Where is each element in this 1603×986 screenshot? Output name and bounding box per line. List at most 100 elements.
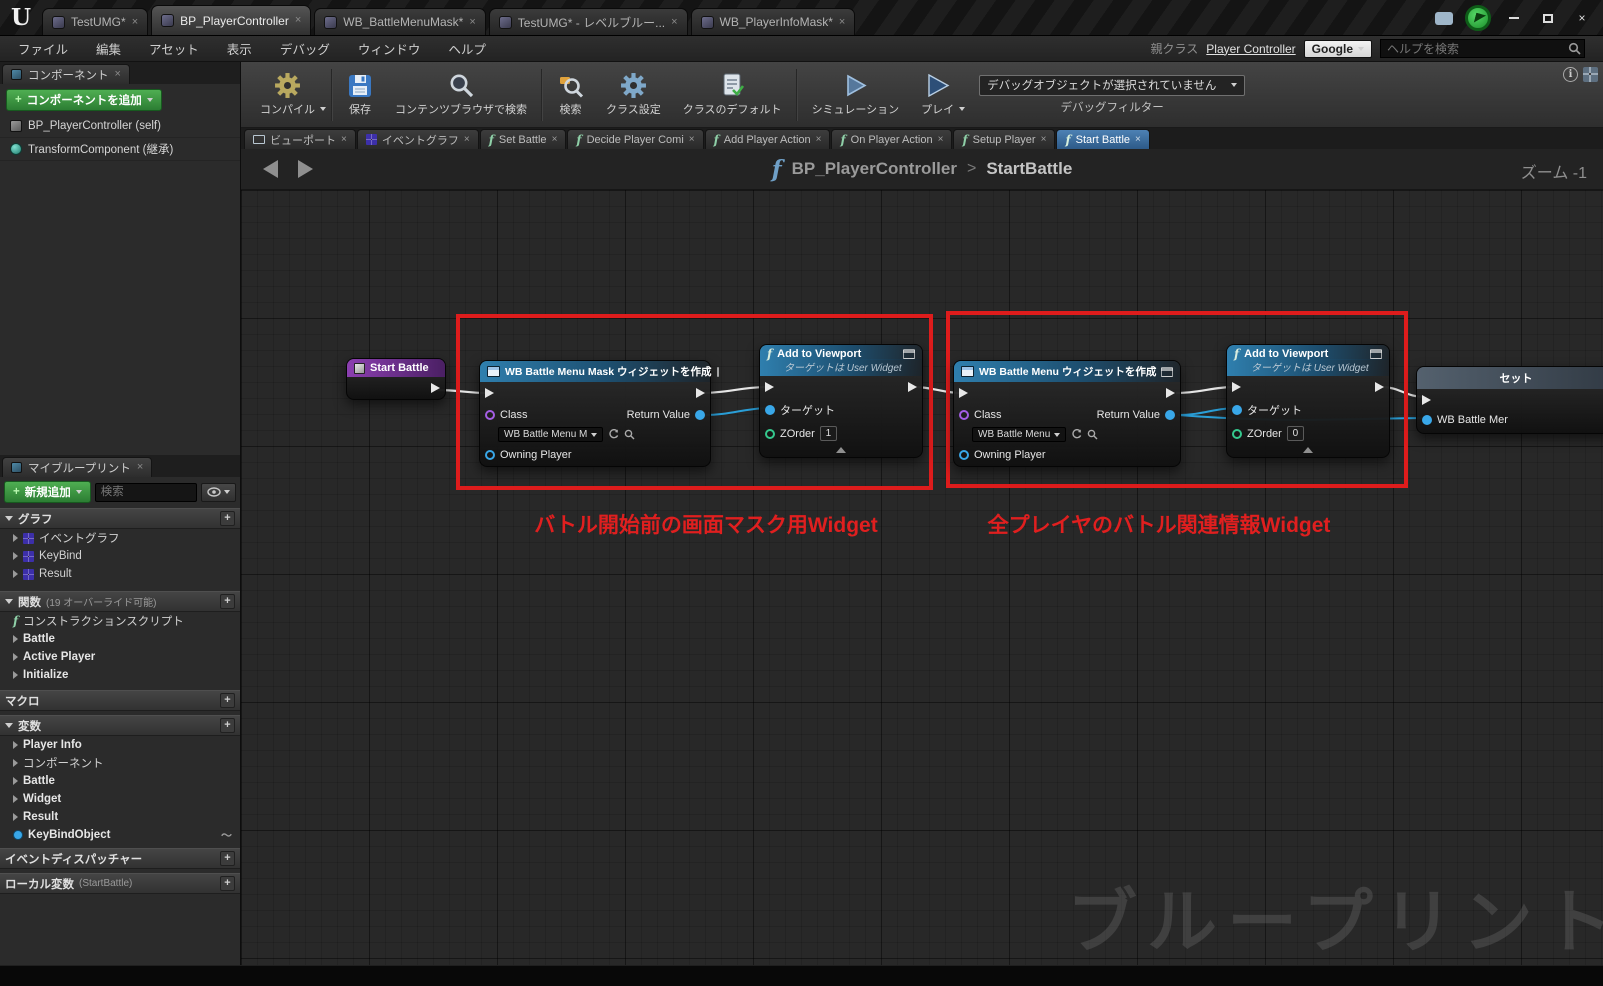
layout-grid-icon[interactable] xyxy=(1583,67,1598,82)
tab-set-battle[interactable]: f Set Battle × xyxy=(479,129,567,149)
node-add-to-viewport-1[interactable]: f Add to Viewport ターゲットは User Widget ターゲ… xyxy=(759,344,923,458)
graph-item-result[interactable]: Result xyxy=(0,565,240,583)
tab-on-player-action[interactable]: f On Player Action × xyxy=(831,129,953,149)
section-header-functions[interactable]: 関数 (19 オーバーライド可能) + xyxy=(0,591,240,612)
variable-item-keybindobject[interactable]: KeyBindObject 〜 xyxy=(0,826,240,844)
save-button[interactable]: 保存 xyxy=(336,65,384,125)
exec-in-pin[interactable] xyxy=(959,388,968,398)
breadcrumb-current[interactable]: StartBattle xyxy=(986,159,1072,179)
close-icon[interactable]: × xyxy=(552,134,558,145)
my-blueprint-search-input[interactable] xyxy=(94,482,197,502)
section-header-local-variables[interactable]: ローカル変数 (StartBattle) + xyxy=(0,873,240,894)
find-in-content-browser-button[interactable]: コンテンツブラウザで検索 xyxy=(384,65,538,125)
app-tab-wb-battlemenumask[interactable]: WB_BattleMenuMask* × xyxy=(314,8,486,35)
zorder-pin[interactable] xyxy=(1232,428,1242,439)
window-close-button[interactable]: × xyxy=(1571,10,1593,26)
node-set-variable[interactable]: セット WB Battle Mer xyxy=(1416,366,1603,434)
menu-edit[interactable]: 編集 xyxy=(96,39,121,58)
zorder-value-input[interactable]: 1 xyxy=(819,426,837,441)
expander-icon[interactable] xyxy=(13,671,18,679)
expander-icon[interactable] xyxy=(13,570,18,578)
info-icon[interactable]: i xyxy=(1563,67,1578,82)
variable-category-battle[interactable]: Battle xyxy=(0,772,240,790)
variable-category-components[interactable]: コンポーネント xyxy=(0,754,240,772)
close-icon[interactable]: × xyxy=(816,134,822,145)
variable-category-player-info[interactable]: Player Info xyxy=(0,736,240,754)
component-row-self[interactable]: BP_PlayerController (self) xyxy=(0,115,240,138)
close-icon[interactable]: × xyxy=(295,15,301,26)
target-pin[interactable] xyxy=(1232,405,1242,415)
tab-my-blueprint-panel[interactable]: マイブループリント × xyxy=(2,457,153,477)
close-icon[interactable]: × xyxy=(132,16,138,28)
class-settings-button[interactable]: クラス設定 xyxy=(595,65,672,125)
visibility-filter-button[interactable] xyxy=(201,482,236,502)
class-defaults-button[interactable]: クラスのデフォルト xyxy=(672,65,793,125)
node-start-battle[interactable]: Start Battle xyxy=(346,358,446,400)
compile-button[interactable]: コンパイル xyxy=(249,65,326,125)
search-button[interactable]: 検索 xyxy=(546,65,595,125)
app-tab-level-blueprint[interactable]: TestUMG* - レベルブルー... × xyxy=(488,8,688,35)
close-icon[interactable]: × xyxy=(671,16,677,28)
class-pin[interactable] xyxy=(959,410,969,420)
add-local-variable-button[interactable]: + xyxy=(220,876,235,891)
exec-out-pin[interactable] xyxy=(1166,388,1175,398)
close-icon[interactable]: × xyxy=(115,69,121,80)
expander-icon[interactable] xyxy=(13,795,18,803)
expander-icon[interactable] xyxy=(13,635,18,643)
tab-decide-player-command[interactable]: f Decide Player Comi × xyxy=(567,129,704,149)
target-pin[interactable] xyxy=(765,405,775,415)
app-tab-testumg[interactable]: TestUMG* × xyxy=(42,8,149,35)
menu-asset[interactable]: アセット xyxy=(149,39,199,58)
add-macro-button[interactable]: + xyxy=(220,693,235,708)
parent-class-link[interactable]: Player Controller xyxy=(1206,42,1295,56)
function-category-initialize[interactable]: Initialize xyxy=(0,666,240,684)
expander-icon[interactable] xyxy=(13,759,18,767)
exec-out-pin[interactable] xyxy=(696,388,705,398)
return-value-pin[interactable] xyxy=(695,410,705,420)
exec-in-pin[interactable] xyxy=(1232,382,1241,392)
window-maximize-button[interactable] xyxy=(1537,10,1559,26)
compile-options-chevron-icon[interactable] xyxy=(320,106,326,111)
function-category-active-player[interactable]: Active Player xyxy=(0,648,240,666)
expander-icon[interactable] xyxy=(13,741,18,749)
close-icon[interactable]: × xyxy=(137,462,143,473)
value-in-pin[interactable] xyxy=(1422,415,1432,425)
menu-window[interactable]: ウィンドウ xyxy=(358,39,421,58)
window-minimize-button[interactable] xyxy=(1503,10,1525,26)
node-create-widget-battle-menu-mask[interactable]: WB Battle Menu Mask ウィジェットを作成 Class Retu… xyxy=(479,360,719,467)
section-header-variables[interactable]: 変数 + xyxy=(0,715,240,736)
exec-out-pin[interactable] xyxy=(908,382,917,392)
app-tab-wb-playerinfomask[interactable]: WB_PlayerInfoMask* × xyxy=(690,8,856,35)
app-tab-bp-playercontroller[interactable]: BP_PlayerController × xyxy=(151,5,312,35)
class-pin[interactable] xyxy=(485,410,495,420)
add-dispatcher-button[interactable]: + xyxy=(220,851,235,866)
exec-in-pin[interactable] xyxy=(765,382,774,392)
expander-icon[interactable] xyxy=(13,813,18,821)
chat-bubble-icon[interactable] xyxy=(1435,11,1453,25)
menu-file[interactable]: ファイル xyxy=(18,39,68,58)
expander-icon[interactable] xyxy=(13,552,18,560)
class-select-dropdown[interactable]: WB Battle Menu xyxy=(972,427,1067,442)
browse-icon[interactable] xyxy=(624,429,635,440)
expander-icon[interactable] xyxy=(13,777,18,785)
reset-icon[interactable] xyxy=(1071,429,1082,440)
reset-icon[interactable] xyxy=(608,429,619,440)
close-icon[interactable]: × xyxy=(1135,134,1141,145)
tab-event-graph[interactable]: イベントグラフ × xyxy=(356,129,479,149)
close-icon[interactable]: × xyxy=(341,134,347,145)
variable-category-result[interactable]: Result xyxy=(0,808,240,826)
collapse-icon[interactable] xyxy=(1303,447,1313,453)
menu-view[interactable]: 表示 xyxy=(227,39,252,58)
graph-canvas[interactable]: Start Battle WB Battle Menu Mask ウィジェットを… xyxy=(241,190,1603,965)
owning-player-pin[interactable] xyxy=(959,450,969,460)
graph-item-keybind[interactable]: KeyBind xyxy=(0,547,240,565)
zorder-pin[interactable] xyxy=(765,428,775,439)
node-add-to-viewport-2[interactable]: f Add to Viewport ターゲットは User Widget ターゲ… xyxy=(1226,344,1390,458)
exec-out-pin[interactable] xyxy=(431,383,440,393)
close-icon[interactable]: × xyxy=(1041,134,1047,145)
tab-components-panel[interactable]: コンポーネント × xyxy=(2,64,130,84)
owning-player-pin[interactable] xyxy=(485,450,495,460)
browse-icon[interactable] xyxy=(1087,429,1098,440)
close-icon[interactable]: × xyxy=(689,134,695,145)
google-search-toggle[interactable]: Google xyxy=(1303,39,1372,58)
